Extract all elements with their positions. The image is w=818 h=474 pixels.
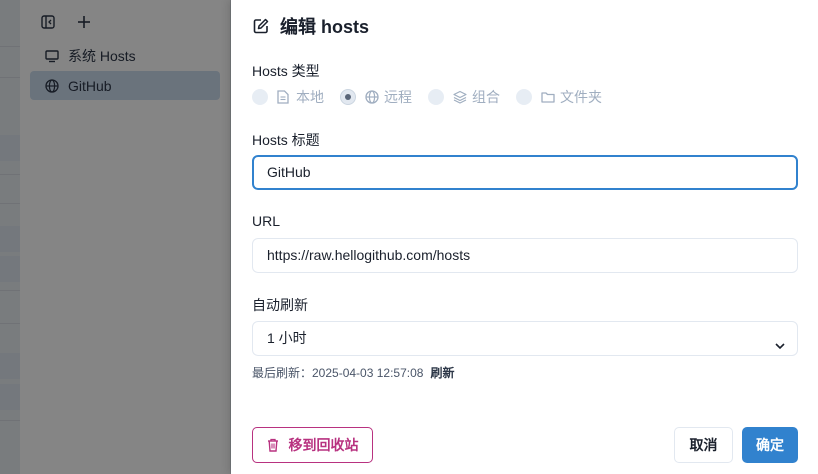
drawer-header: 编辑 hosts	[253, 13, 369, 39]
move-to-trash-button[interactable]: 移到回收站	[252, 427, 373, 463]
radio-label: 本地	[296, 89, 324, 105]
trash-icon	[267, 438, 281, 452]
last-refresh-info: 最后刷新：2025-04-03 12:57:08 刷新	[252, 364, 454, 381]
last-refresh-text: 最后刷新：2025-04-03 12:57:08	[252, 366, 424, 380]
folder-icon	[541, 90, 555, 104]
radio-label: 文件夹	[560, 89, 602, 105]
confirm-button[interactable]: 确定	[742, 427, 798, 463]
hosts-type-radio-group: 本地 远程 组合 文件夹	[252, 88, 618, 106]
refresh-link[interactable]: 刷新	[430, 364, 454, 381]
hosts-title-input[interactable]: GitHub	[252, 155, 798, 190]
radio-option-remote[interactable]: 远程	[340, 87, 412, 107]
trash-label: 移到回收站	[288, 437, 359, 453]
radio-circle[interactable]	[428, 89, 444, 105]
auto-refresh-value: 1 小时	[267, 330, 307, 346]
radio-option-local[interactable]: 本地	[252, 87, 324, 107]
cancel-button[interactable]: 取消	[674, 427, 733, 463]
url-input[interactable]: https://raw.hellogithub.com/hosts	[252, 238, 798, 273]
edit-icon	[253, 17, 271, 35]
file-icon	[277, 90, 291, 104]
radio-option-folder[interactable]: 文件夹	[516, 87, 602, 107]
url-label: URL	[252, 213, 281, 229]
radio-circle[interactable]	[516, 89, 532, 105]
chevron-down-icon	[773, 332, 787, 350]
layers-icon	[453, 90, 467, 104]
modal-overlay[interactable]	[0, 0, 231, 474]
edit-hosts-drawer: 编辑 hosts Hosts 类型 本地 远程 组合 文件夹 Hosts 标题 …	[231, 0, 818, 474]
radio-option-group[interactable]: 组合	[428, 87, 500, 107]
globe-icon	[365, 90, 379, 104]
auto-refresh-select[interactable]: 1 小时	[252, 321, 798, 356]
hosts-title-label: Hosts 标题	[252, 132, 320, 148]
radio-label: 组合	[472, 89, 500, 105]
hosts-type-label: Hosts 类型	[252, 63, 320, 79]
radio-label: 远程	[384, 89, 412, 105]
drawer-title: 编辑 hosts	[280, 17, 370, 37]
radio-circle-checked[interactable]	[340, 89, 356, 105]
radio-circle[interactable]	[252, 89, 268, 105]
auto-refresh-label: 自动刷新	[252, 297, 308, 313]
